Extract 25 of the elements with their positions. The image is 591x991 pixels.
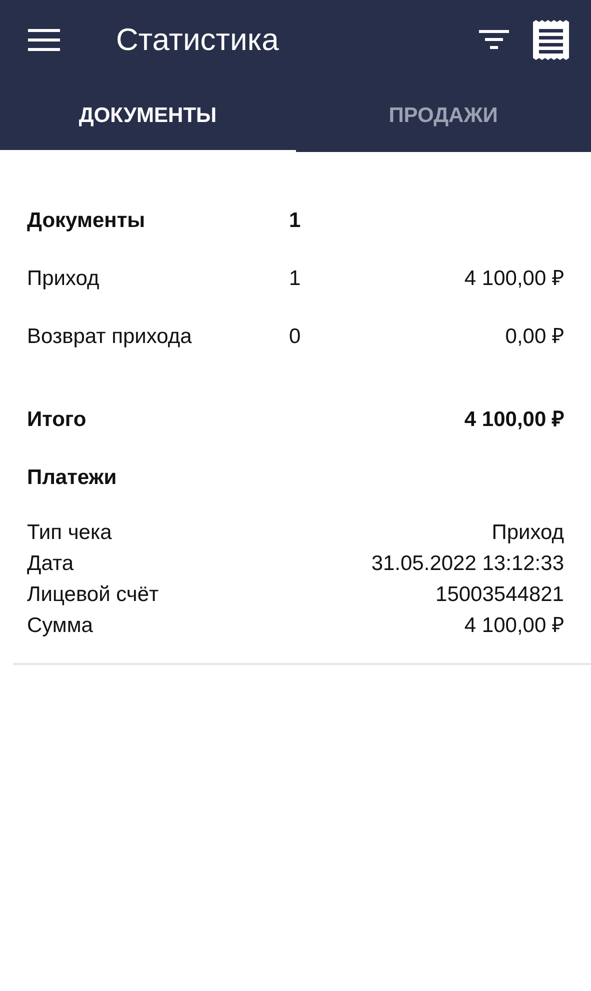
filter-icon[interactable] bbox=[479, 30, 509, 50]
menu-icon[interactable] bbox=[28, 29, 60, 51]
amount-value: 4 100,00 ₽ bbox=[464, 267, 564, 290]
row-label: Итого bbox=[27, 408, 86, 432]
field-label: Лицевой счёт bbox=[27, 582, 159, 608]
field-value: 31.05.2022 13:12:33 bbox=[371, 550, 564, 577]
count-value: 1 bbox=[289, 209, 301, 232]
amount-value: 0,00 ₽ bbox=[505, 325, 564, 348]
field-label: Сумма bbox=[27, 612, 93, 639]
count-value: 0 bbox=[289, 325, 301, 348]
receipt-icon[interactable] bbox=[533, 20, 569, 60]
amount-value: 4 100,00 ₽ bbox=[464, 408, 564, 432]
field-label: Дата bbox=[27, 550, 74, 577]
field-value: 15003544821 bbox=[436, 582, 564, 608]
row-label: Приход bbox=[27, 267, 100, 290]
tab[interactable]: ДОКУМЕНТЫ bbox=[0, 80, 296, 152]
section-title: Платежи bbox=[27, 465, 117, 492]
count-value: 1 bbox=[289, 267, 301, 290]
field-label: Тип чека bbox=[27, 520, 112, 546]
tab[interactable]: ПРОДАЖИ bbox=[296, 80, 591, 152]
screen-title: Статистика bbox=[116, 20, 279, 59]
row-label: Документы bbox=[27, 209, 146, 232]
row-label: Возврат прихода bbox=[27, 325, 192, 348]
field-value: Приход bbox=[492, 520, 564, 546]
field-value: 4 100,00 ₽ bbox=[464, 612, 564, 639]
